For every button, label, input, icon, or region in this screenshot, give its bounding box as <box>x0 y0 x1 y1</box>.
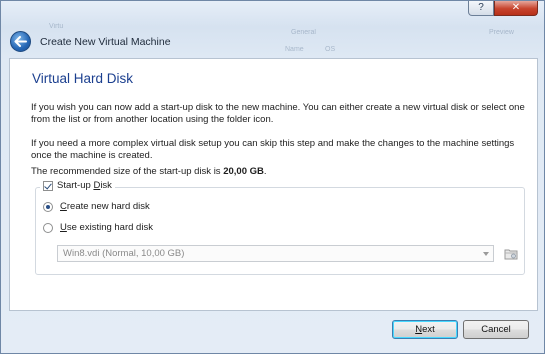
folder-icon <box>504 249 518 259</box>
create-new-disk-option[interactable]: Create new hard disk <box>43 201 150 212</box>
startup-disk-label: Start-up Disk <box>57 180 112 191</box>
label-part: ext <box>422 324 435 335</box>
background-text: OS <box>325 46 336 53</box>
existing-disk-value: Win8.vdi (Normal, 10,00 GB) <box>63 248 185 259</box>
window-title: Create New Virtual Machine <box>40 36 171 48</box>
startup-disk-group: Start-up Disk Create new hard disk Use e… <box>35 180 525 275</box>
close-button[interactable]: ✕ <box>494 1 538 16</box>
back-button[interactable] <box>10 31 31 52</box>
radio-selected-icon[interactable] <box>43 201 53 212</box>
background-text: Name <box>285 46 304 53</box>
label-part: isk <box>100 180 112 191</box>
choose-disk-folder-button[interactable] <box>502 245 520 262</box>
recommended-size-value: 20,00 GB <box>223 166 264 177</box>
help-button[interactable]: ? <box>468 1 494 16</box>
recommended-size-text: The recommended size of the start-up dis… <box>31 166 525 178</box>
background-text: Preview <box>489 29 514 36</box>
use-existing-disk-option[interactable]: Use existing hard disk <box>43 222 153 233</box>
wizard-window: Virtu General Preview Name OS ? ✕ Create… <box>0 0 545 354</box>
label-part: se existing hard disk <box>66 222 153 233</box>
radio-unselected-icon[interactable] <box>43 222 53 233</box>
page-title: Virtual Hard Disk <box>32 71 134 86</box>
create-new-disk-label: Create new hard disk <box>60 201 150 212</box>
advanced-paragraph: If you need a more complex virtual disk … <box>31 138 515 161</box>
back-arrow-icon <box>14 36 27 47</box>
existing-disk-select[interactable]: Win8.vdi (Normal, 10,00 GB) <box>57 245 494 262</box>
label-accelerator: U <box>60 222 67 233</box>
background-text: Virtu <box>49 23 64 30</box>
cancel-button[interactable]: Cancel <box>463 320 529 339</box>
label-part: Start-up <box>57 180 94 191</box>
titlebar-buttons: ? ✕ <box>468 1 538 16</box>
label-part: reate new hard disk <box>66 201 150 212</box>
label-accelerator: C <box>60 201 67 212</box>
wizard-page: Virtual Hard Disk If you wish you can no… <box>9 58 538 311</box>
recommended-prefix: The recommended size of the start-up dis… <box>31 166 224 177</box>
checkbox-checked-icon[interactable] <box>43 180 53 191</box>
chevron-down-icon <box>483 252 489 256</box>
background-text: General <box>291 29 316 36</box>
use-existing-disk-label: Use existing hard disk <box>60 222 153 233</box>
intro-paragraph: If you wish you can now add a start-up d… <box>31 102 525 125</box>
startup-disk-checkbox[interactable]: Start-up Disk <box>40 180 115 191</box>
next-button[interactable]: Next <box>392 320 458 339</box>
recommended-suffix: . <box>263 166 267 177</box>
